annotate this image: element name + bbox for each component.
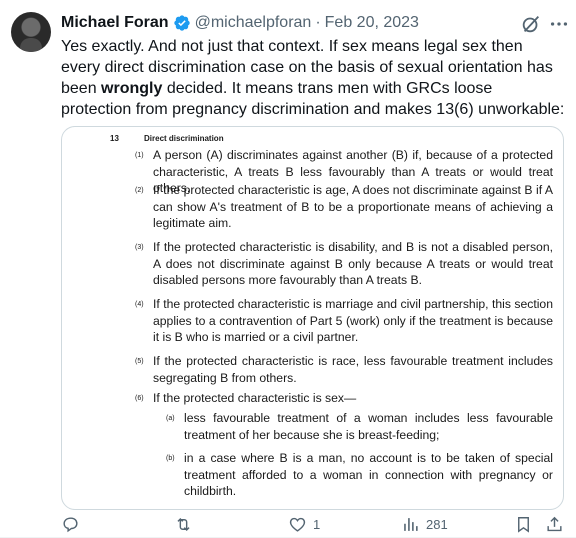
subparagraph-text: in a case where B is a man, no account i…: [184, 451, 553, 499]
views-count: 281: [426, 516, 448, 532]
subparagraph-number: (b): [166, 455, 175, 462]
verified-badge-icon: [173, 15, 190, 31]
paragraph-number: (4): [135, 301, 144, 308]
bookmark-icon: [518, 516, 529, 533]
tweet-text: Yes exactly. And not just that context. …: [61, 36, 566, 120]
share-button[interactable]: [545, 512, 564, 536]
author-name[interactable]: Michael Foran: [61, 14, 169, 32]
tweet[interactable]: Michael Foran @michaelpforan · Feb 20, 2…: [0, 0, 576, 538]
paragraph-text: If the protected characteristic is age, …: [153, 183, 553, 231]
retweet-button[interactable]: [174, 512, 199, 536]
section-number: 13: [110, 134, 119, 143]
paragraph-number: (5): [135, 358, 144, 365]
subparagraph-number: (a): [166, 415, 175, 422]
tweet-media-image[interactable]: 13 Direct discrimination (1) A person (A…: [61, 126, 564, 510]
subparagraph-text: less favourable treatment of a woman inc…: [184, 411, 553, 442]
author-handle[interactable]: @michaelpforan: [195, 14, 312, 32]
like-button[interactable]: 1: [288, 512, 320, 536]
tweet-date[interactable]: Feb 20, 2023: [325, 14, 419, 32]
more-options-icon[interactable]: [548, 14, 570, 34]
paragraph-number: (3): [135, 244, 144, 251]
views-button[interactable]: 281: [401, 512, 448, 536]
paragraph-number: (1): [135, 152, 144, 159]
tweet-text-bold: wrongly: [101, 80, 163, 97]
legislation-document: 13 Direct discrimination (1) A person (A…: [62, 127, 563, 509]
tweet-actions: 1 281: [0, 512, 576, 536]
reply-icon: [63, 516, 78, 532]
heart-icon: [289, 517, 306, 532]
like-count: 1: [313, 516, 321, 532]
paragraph-text: If the protected characteristic is marri…: [153, 297, 553, 345]
paragraph-text: If the protected characteristic is disab…: [153, 240, 553, 288]
tweet-header: Michael Foran @michaelpforan · Feb 20, 2…: [61, 12, 419, 34]
paragraph-text: If the protected characteristic is sex—: [153, 391, 357, 405]
reply-button[interactable]: [61, 512, 86, 536]
bookmark-button[interactable]: [514, 512, 533, 536]
paragraph-number: (2): [135, 187, 144, 194]
views-icon: [404, 517, 418, 531]
paragraph-number: (6): [135, 395, 144, 402]
retweet-icon: [177, 517, 190, 531]
paragraph-text: If the protected characteristic is race,…: [153, 354, 553, 385]
avatar[interactable]: [11, 12, 51, 52]
section-title: Direct discrimination: [144, 134, 224, 143]
dot-separator: ·: [315, 14, 321, 31]
share-icon: [547, 516, 562, 531]
grok-icon[interactable]: [520, 13, 542, 35]
